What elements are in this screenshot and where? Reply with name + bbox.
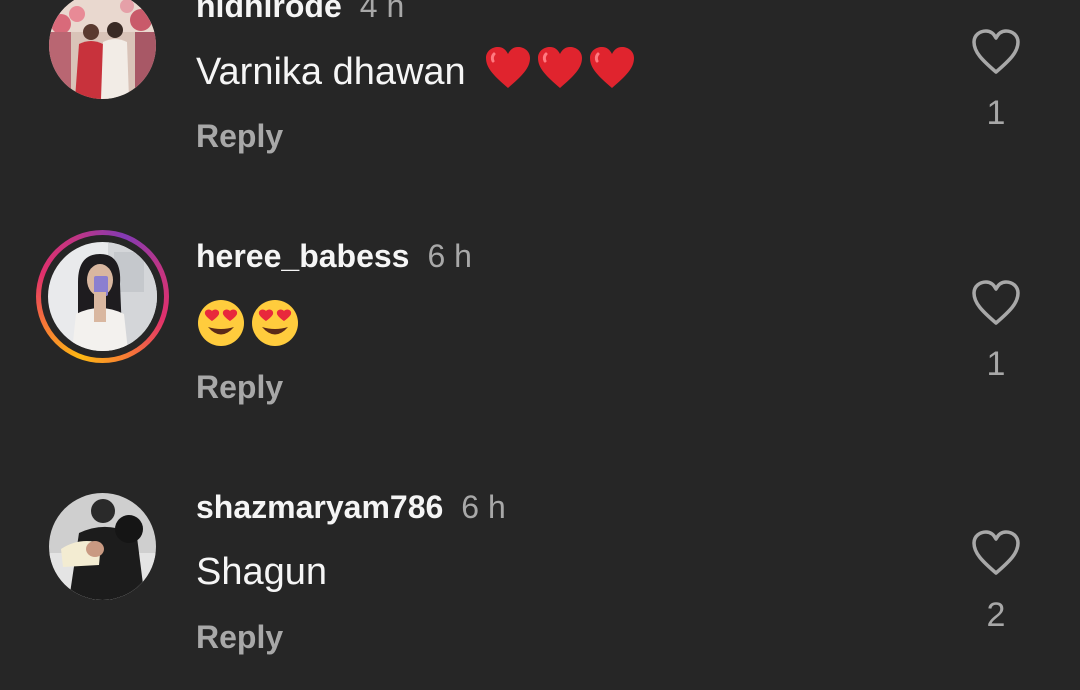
comment-username[interactable]: nidhirode: [196, 0, 342, 24]
comment-header: shazmaryam786 6 h: [196, 489, 506, 526]
avatar-photo: [49, 0, 156, 99]
comment-text: [196, 298, 300, 353]
comment-timestamp: 6 h: [461, 489, 506, 525]
comment-text-content: Varnika dhawan: [196, 51, 466, 93]
reply-button[interactable]: Reply: [196, 118, 283, 155]
avatar: [48, 242, 157, 351]
comment-item: heree_babess 6 h Reply 1: [0, 230, 1080, 460]
like-count: 1: [986, 345, 1006, 383]
comment-item: shazmaryam786 6 h Shagun Reply 2: [0, 460, 1080, 690]
comment-timestamp: 6 h: [427, 238, 472, 274]
comment-item: nidhirode 4 h Varnika dhawan Reply 1: [0, 0, 1080, 230]
story-ring[interactable]: [36, 230, 169, 363]
like-count: 1: [986, 94, 1006, 132]
heart-eyes-emoji: [196, 298, 246, 353]
like-button[interactable]: [970, 529, 1022, 577]
comment-text-content: Shagun: [196, 551, 328, 593]
like-button[interactable]: [970, 279, 1022, 327]
comment-text: Shagun: [196, 551, 327, 594]
comment-header: nidhirode 4 h: [196, 0, 404, 25]
heart-outline-icon: [972, 280, 1020, 325]
heart-outline-icon: [972, 530, 1020, 575]
red-heart-emoji: [588, 46, 636, 100]
heart-eyes-emoji: [250, 298, 300, 353]
avatar[interactable]: [49, 493, 156, 600]
comment-header: heree_babess 6 h: [196, 238, 472, 275]
comment-timestamp: 4 h: [359, 0, 405, 24]
like-count: 2: [986, 596, 1006, 634]
heart-outline-icon: [972, 29, 1020, 74]
like-button[interactable]: [970, 28, 1022, 76]
red-heart-emoji: [484, 46, 532, 100]
avatar[interactable]: [49, 0, 156, 99]
comment-text: Varnika dhawan: [196, 46, 636, 100]
comment-username[interactable]: heree_babess: [196, 238, 409, 274]
avatar-photo: [49, 493, 156, 600]
reply-button[interactable]: Reply: [196, 619, 283, 656]
comment-username[interactable]: shazmaryam786: [196, 489, 443, 525]
red-heart-emoji: [536, 46, 584, 100]
avatar-photo: [48, 242, 157, 351]
reply-button[interactable]: Reply: [196, 369, 283, 406]
